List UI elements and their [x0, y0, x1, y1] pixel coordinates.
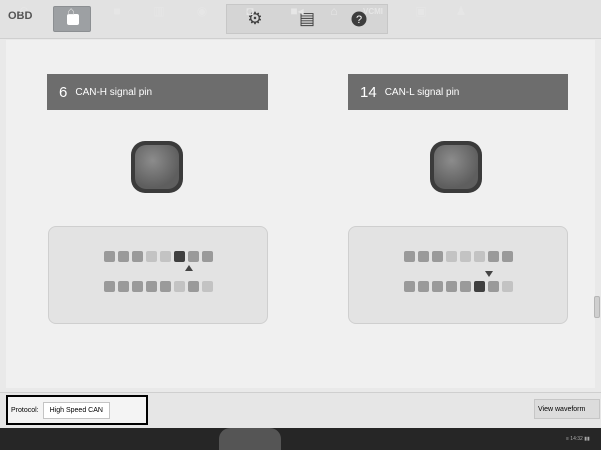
pin-marker-up-icon [185, 265, 193, 271]
browser-icon[interactable]: ◉ [193, 0, 211, 22]
protocol-value[interactable]: High Speed CAN [42, 401, 110, 419]
pin-header-can-h: 6 CAN-H signal pin [47, 74, 268, 110]
store-icon[interactable]: ⌂ [325, 0, 343, 22]
pin-14-highlight [473, 281, 485, 292]
view-waveform-button[interactable]: View waveform [534, 399, 600, 419]
back-icon[interactable]: ↶ [14, 0, 32, 22]
status-indicator: ≡ 14:32 ▮▮ [566, 436, 590, 442]
pin-label: CAN-H signal pin [75, 86, 153, 98]
protocol-selector[interactable]: Protocol: High Speed CAN [6, 395, 148, 425]
car-icon[interactable]: ▣ [412, 0, 430, 22]
pin-header-can-l: 14 CAN-L signal pin [348, 74, 568, 110]
signal-indicator-can-h [131, 141, 183, 193]
connector-top-row [349, 251, 567, 262]
pin-6-highlight [173, 251, 185, 262]
connector-bottom-row [49, 281, 267, 292]
protocol-label: Protocol: [11, 406, 39, 414]
bottom-bar: Protocol: High Speed CAN View waveform [0, 392, 601, 428]
pin-number: 6 [59, 83, 68, 101]
list-icon[interactable]: ▥ [150, 0, 168, 22]
signal-indicator-can-l [430, 141, 482, 193]
vcmi-icon[interactable]: VCMI [360, 0, 386, 22]
pin-marker-down-icon [485, 271, 493, 277]
side-drawer-handle[interactable] [594, 296, 600, 318]
obd-connector-diagram-left [48, 226, 268, 324]
camera-icon[interactable]: ◘ [241, 0, 259, 22]
view-waveform-label: View waveform [538, 405, 586, 413]
recent-apps-icon[interactable]: ■ [108, 0, 126, 22]
camera-highlight [219, 428, 281, 450]
user-icon[interactable]: ♟ [452, 0, 470, 22]
pin-number: 14 [360, 83, 377, 101]
home-icon[interactable]: ⌂ [62, 0, 80, 22]
connector-top-row [49, 251, 267, 262]
connector-bottom-row [349, 281, 567, 292]
pin-label: CAN-L signal pin [384, 86, 460, 98]
system-navbar [0, 428, 601, 450]
obd-connector-diagram-right [348, 226, 568, 324]
video-icon[interactable]: ■◂ [288, 0, 306, 22]
